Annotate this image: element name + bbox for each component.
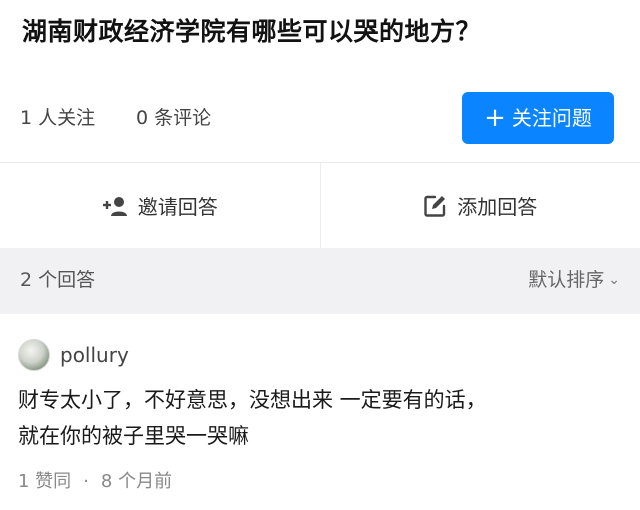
author-row[interactable]: pollury bbox=[18, 338, 129, 372]
comment-count[interactable]: 0 条评论 bbox=[136, 104, 211, 132]
vote-count[interactable]: 1 赞同 bbox=[18, 471, 71, 492]
answer-line: 就在你的被子里哭一哭嘛 bbox=[18, 424, 249, 448]
answer-line: 财专太小了，不好意思，没想出来 一定要有的话， bbox=[18, 388, 487, 412]
question-actions: 邀请回答 添加回答 bbox=[0, 162, 640, 249]
write-answer-button[interactable]: 添加回答 bbox=[321, 163, 640, 248]
answer-content[interactable]: 财专太小了，不好意思，没想出来 一定要有的话， 就在你的被子里哭一哭嘛 bbox=[18, 382, 618, 454]
answers-header: 2 个回答 默认排序 ⌄ bbox=[0, 248, 640, 314]
answer-time: 8 个月前 bbox=[100, 471, 173, 492]
answer-meta: 1 赞同 · 8 个月前 bbox=[18, 468, 172, 496]
answer-count: 2 个回答 bbox=[20, 269, 96, 291]
plus-icon: + bbox=[484, 103, 506, 133]
invite-answer-label: 邀请回答 bbox=[137, 195, 218, 219]
meta-separator: · bbox=[83, 471, 89, 492]
follow-question-button[interactable]: + 关注问题 bbox=[462, 92, 614, 144]
follower-count: 1 人关注 bbox=[20, 107, 96, 129]
edit-icon bbox=[424, 195, 446, 217]
write-answer-label: 添加回答 bbox=[457, 195, 538, 219]
author-name[interactable]: pollury bbox=[60, 343, 129, 367]
question-title: 湖南财政经济学院有哪些可以哭的地方？ bbox=[22, 17, 482, 46]
sort-label: 默认排序 bbox=[528, 269, 605, 291]
invite-answer-button[interactable]: 邀请回答 bbox=[0, 163, 320, 248]
follow-question-label: 关注问题 bbox=[511, 106, 592, 130]
sort-dropdown[interactable]: 默认排序 ⌄ bbox=[528, 266, 620, 294]
chevron-down-icon: ⌄ bbox=[608, 272, 620, 288]
invite-user-icon bbox=[102, 196, 127, 216]
answer-item[interactable]: pollury 财专太小了，不好意思，没想出来 一定要有的话， 就在你的被子里哭… bbox=[0, 314, 640, 510]
avatar[interactable] bbox=[18, 339, 50, 371]
question-meta-row: 1 人关注 0 条评论 + 关注问题 bbox=[0, 88, 640, 148]
